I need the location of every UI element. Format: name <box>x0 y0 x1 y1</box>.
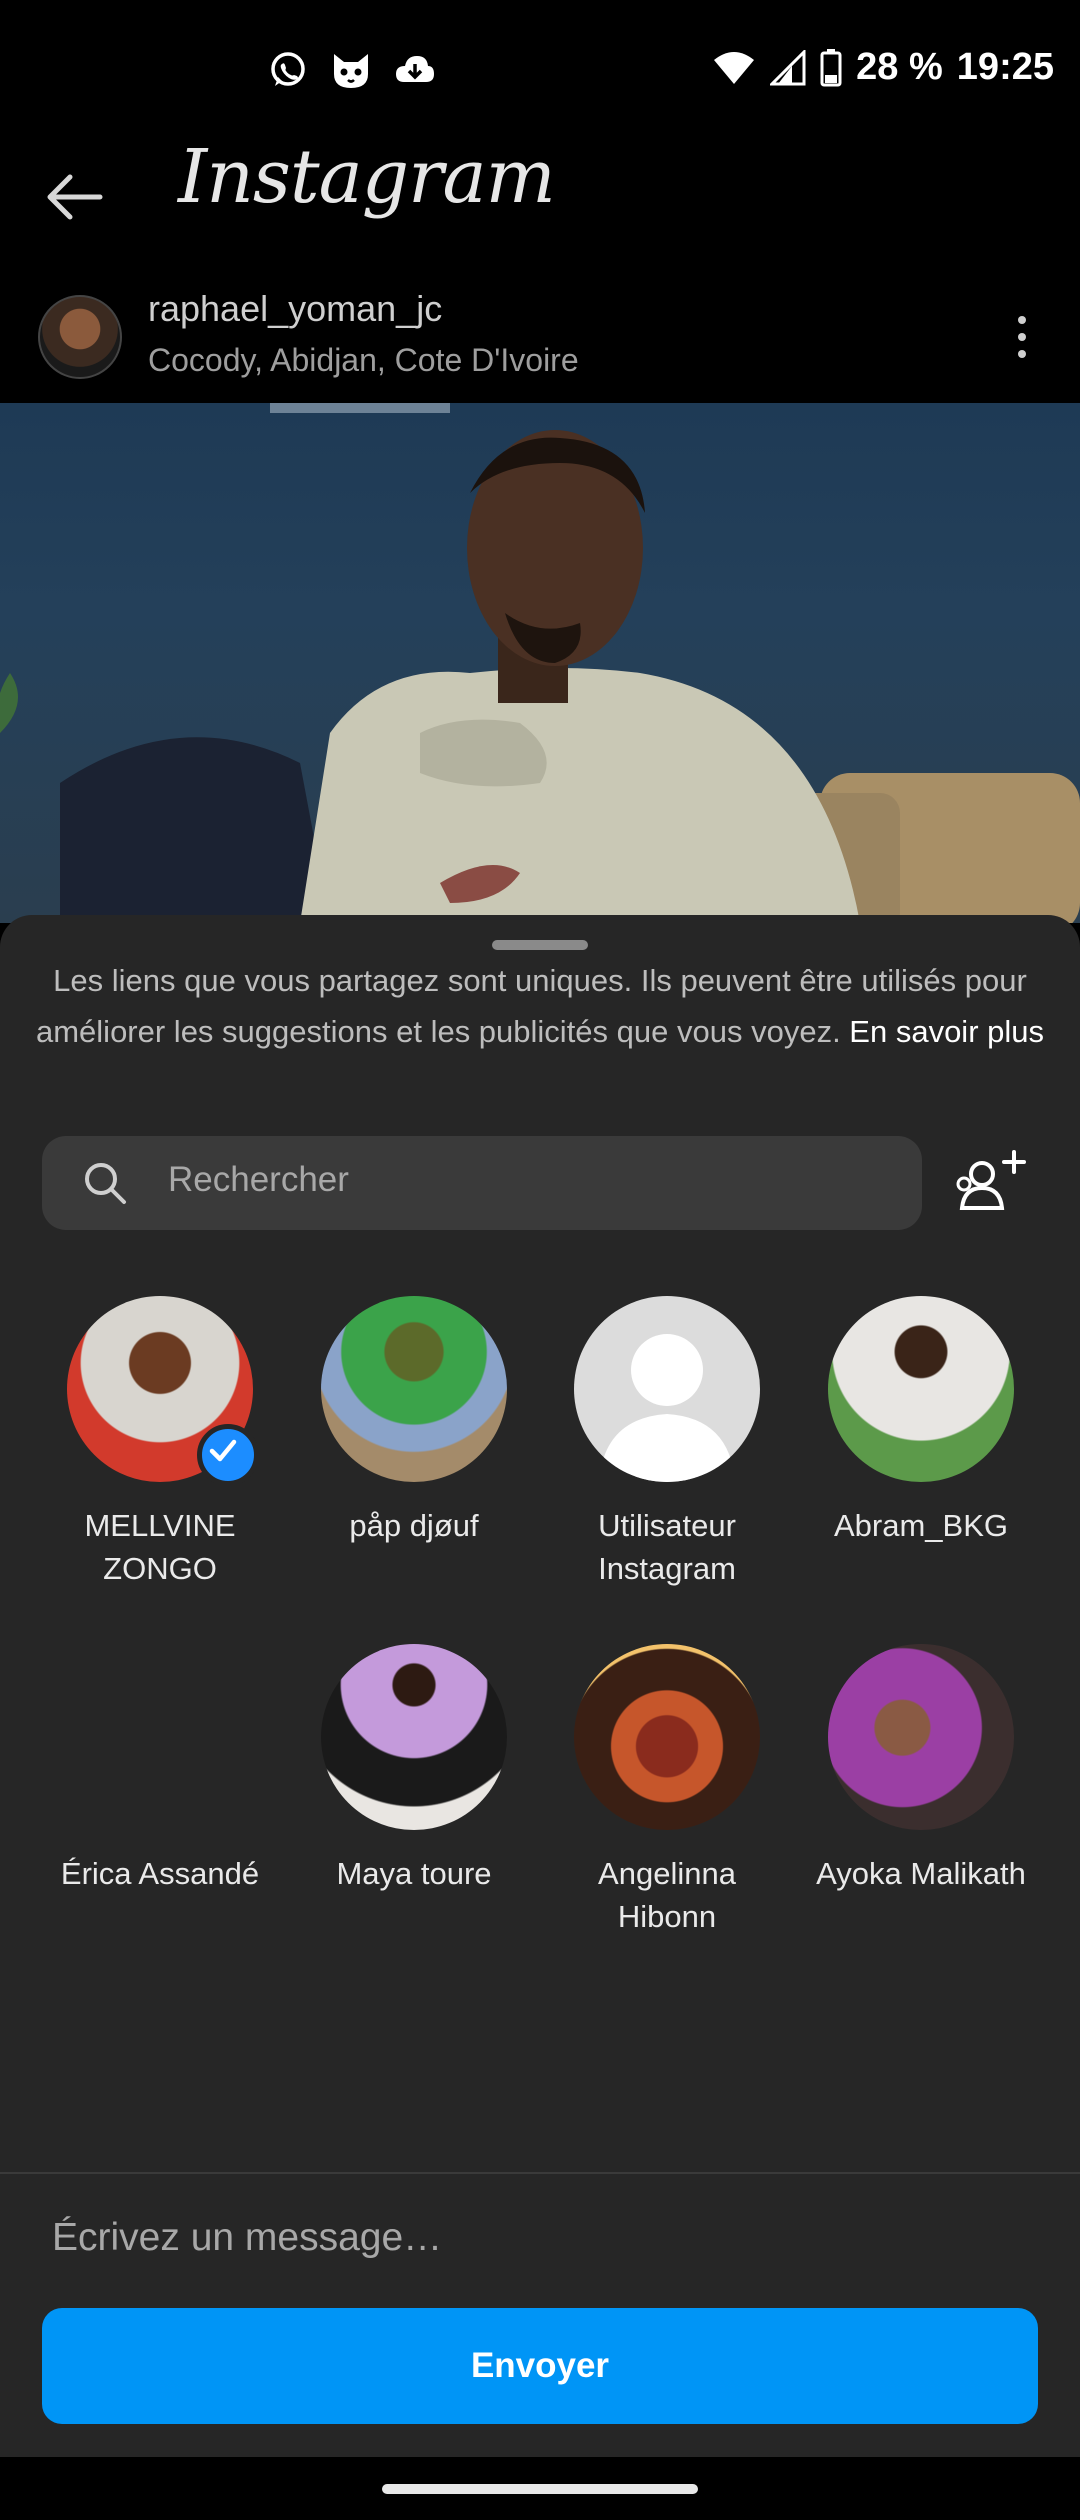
contact-angelinna-hibonn[interactable]: Angelinna Hibonn <box>552 1644 782 1938</box>
arrow-left-icon[interactable] <box>40 162 110 232</box>
contact-pap-djouf[interactable]: påp djøuf <box>299 1296 529 1547</box>
post-photo <box>0 403 1080 923</box>
contact-name: Maya toure <box>336 1856 492 1891</box>
battery-percent: 28 % <box>856 46 943 88</box>
contact-name: Érica Assandé <box>60 1856 260 1891</box>
contact-utilisateur-instagram[interactable]: Utilisateur Instagram <box>552 1296 782 1590</box>
contact-name: MELLVINE ZONGO <box>84 1508 236 1586</box>
send-button[interactable]: Envoyer <box>42 2308 1038 2424</box>
contact-name: Abram_BKG <box>833 1508 1008 1543</box>
status-left-icons <box>268 50 436 90</box>
cloud-download-icon <box>396 56 434 82</box>
contact-name: påp djøuf <box>349 1508 479 1543</box>
signal-icon <box>770 49 806 85</box>
contact-name: Angelinna Hibonn <box>598 1856 736 1934</box>
contact-name: Utilisateur Instagram <box>598 1508 736 1586</box>
poster-username[interactable]: raphael_yoman_jc <box>148 288 442 330</box>
contact-name: Ayoka Malikath <box>816 1856 1026 1891</box>
default-avatar-icon <box>574 1296 760 1482</box>
add-people-icon[interactable] <box>952 1148 1028 1218</box>
home-indicator[interactable] <box>382 2484 698 2494</box>
contact-maya-toure[interactable]: Maya toure <box>299 1644 529 1895</box>
status-right: 28 % 19:25 <box>712 46 1054 89</box>
app-title: Instagram <box>178 134 556 220</box>
cat-app-icon <box>334 54 368 88</box>
wifi-icon <box>714 51 755 84</box>
avatar <box>321 1296 507 1482</box>
search-input[interactable]: Rechercher <box>168 1160 349 1200</box>
post-location[interactable]: Cocody, Abidjan, Cote D'Ivoire <box>148 342 579 379</box>
avatar <box>67 1296 259 1486</box>
contact-mellvine-zongo[interactable]: MELLVINE ZONGO <box>45 1296 275 1590</box>
avatar <box>321 1644 507 1830</box>
avatar <box>828 1296 1014 1482</box>
post-photo-illustration <box>0 403 1080 923</box>
avatar <box>828 1644 1014 1830</box>
search-icon <box>85 1163 126 1204</box>
avatar <box>574 1644 760 1830</box>
selected-check-icon <box>197 1424 259 1486</box>
message-input[interactable]: Écrivez un message… <box>52 2216 442 2260</box>
contact-erica-assande[interactable]: Érica Assandé <box>45 1644 275 1895</box>
learn-more-link[interactable]: En savoir plus <box>849 1014 1044 1049</box>
clock: 19:25 <box>956 46 1054 88</box>
whatsapp-icon <box>271 52 305 86</box>
avatar <box>67 1644 253 1830</box>
contact-abram-bkg[interactable]: Abram_BKG <box>806 1296 1036 1547</box>
divider <box>0 2172 1080 2174</box>
battery-icon <box>820 48 842 86</box>
kebab-menu-icon[interactable] <box>1010 312 1034 362</box>
poster-avatar[interactable] <box>38 295 122 379</box>
sheet-drag-handle[interactable] <box>492 940 588 950</box>
share-notice: Les liens que vous partagez sont uniques… <box>30 955 1050 1057</box>
contact-ayoka-malikath[interactable]: Ayoka Malikath <box>806 1644 1036 1895</box>
